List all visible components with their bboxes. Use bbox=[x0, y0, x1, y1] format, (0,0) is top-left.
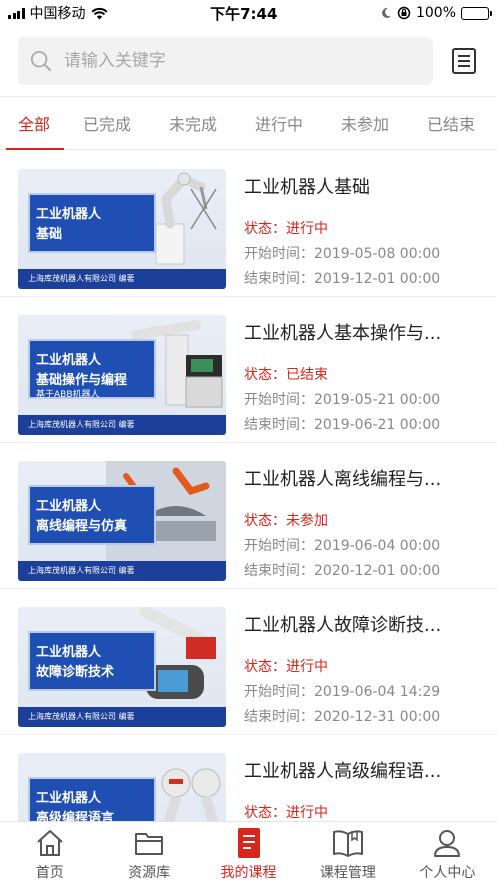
tab-not-joined[interactable]: 未参加 bbox=[322, 97, 408, 149]
nav-resources[interactable]: 资源库 bbox=[99, 822, 198, 883]
course-end-time: 结束时间：2020-12-31 00:00 bbox=[244, 709, 441, 725]
cover-footer: 上海库茂机器人有限公司 编著 bbox=[18, 415, 226, 435]
course-item[interactable]: 工业机器人 基础操作与编程 基于ABB机器人 上海库茂机器人有限公司 编著 工业… bbox=[0, 297, 497, 443]
clock: 下午7:44 bbox=[210, 4, 278, 23]
list-icon bbox=[452, 48, 476, 74]
home-icon bbox=[37, 830, 63, 856]
course-status: 状态：进行中 bbox=[244, 221, 328, 237]
course-book-icon bbox=[237, 828, 260, 858]
cover-footer: 上海库茂机器人有限公司 编著 bbox=[18, 269, 226, 289]
nav-label: 个人中心 bbox=[419, 865, 476, 881]
course-end-time: 结束时间：2019-06-21 00:00 bbox=[244, 417, 441, 433]
list-menu-button[interactable] bbox=[449, 46, 479, 76]
nav-profile[interactable]: 个人中心 bbox=[398, 822, 497, 883]
cover-line-1: 工业机器人 bbox=[36, 207, 102, 222]
battery-percent: 100% bbox=[415, 5, 456, 21]
status-bar: 中国移动 下午7:44 100% bbox=[0, 0, 497, 26]
nav-course-management[interactable]: 课程管理 bbox=[298, 822, 397, 883]
moon-icon bbox=[382, 7, 391, 18]
course-start-time: 开始时间：2019-06-04 00:00 bbox=[244, 538, 441, 554]
course-cover: 工业机器人 基础 上海库茂机器人有限公司 编著 bbox=[18, 169, 226, 289]
course-cover: 工业机器人 基础操作与编程 基于ABB机器人 上海库茂机器人有限公司 编著 bbox=[18, 315, 226, 435]
course-item[interactable]: 工业机器人 基础 上海库茂机器人有限公司 编著 工业机器人基础 状态：进行中 开… bbox=[0, 151, 497, 297]
course-end-time: 结束时间：2019-12-01 00:00 bbox=[244, 271, 441, 287]
folder-icon bbox=[135, 833, 164, 855]
bottom-nav: 首页 资源库 我的课程 课程管理 个人中心 bbox=[0, 821, 497, 883]
cover-line-2: 离线编程与仿真 bbox=[36, 519, 128, 534]
cover-line-2: 故障诊断技术 bbox=[36, 665, 115, 680]
course-start-time: 开始时间：2019-05-21 00:00 bbox=[244, 392, 441, 408]
course-cover: 工业机器人 高级编程语言 bbox=[18, 753, 226, 823]
cover-line-1: 工业机器人 bbox=[36, 353, 102, 368]
battery-icon bbox=[461, 6, 492, 20]
tab-completed[interactable]: 已完成 bbox=[64, 97, 150, 149]
course-end-time: 结束时间：2020-12-01 00:00 bbox=[244, 563, 441, 579]
nav-home[interactable]: 首页 bbox=[0, 822, 99, 883]
course-item[interactable]: 工业机器人 离线编程与仿真 上海库茂机器人有限公司 编著 工业机器人离线编程与.… bbox=[0, 443, 497, 589]
wifi-icon bbox=[91, 7, 107, 19]
cover-footer: 上海库茂机器人有限公司 编著 bbox=[18, 561, 226, 581]
search-header bbox=[0, 26, 497, 96]
cover-line-1: 工业机器人 bbox=[36, 499, 102, 514]
course-status: 状态：进行中 bbox=[244, 659, 328, 675]
course-status: 状态：进行中 bbox=[244, 805, 328, 821]
course-item[interactable]: 工业机器人 高级编程语言 工业机器人高级编程语... 状态：进行中 bbox=[0, 735, 497, 823]
nav-label: 课程管理 bbox=[319, 865, 376, 881]
tab-ended[interactable]: 已结束 bbox=[408, 97, 494, 149]
filter-tabs: 全部 已完成 未完成 进行中 未参加 已结束 bbox=[0, 96, 497, 150]
carrier-name: 中国移动 bbox=[29, 6, 86, 22]
course-cover: 工业机器人 故障诊断技术 上海库茂机器人有限公司 编著 bbox=[18, 607, 226, 727]
course-status: 状态：已结束 bbox=[244, 367, 328, 383]
course-title: 工业机器人基本操作与... bbox=[244, 323, 442, 344]
cover-footer: 上海库茂机器人有限公司 编著 bbox=[18, 707, 226, 727]
course-start-time: 开始时间：2019-06-04 14:29 bbox=[244, 684, 441, 700]
cover-line-1: 工业机器人 bbox=[36, 645, 102, 660]
course-cover: 工业机器人 离线编程与仿真 上海库茂机器人有限公司 编著 bbox=[18, 461, 226, 581]
cover-line-2: 基础 bbox=[36, 227, 63, 242]
tab-all[interactable]: 全部 bbox=[6, 97, 64, 150]
cover-line-3: 基于ABB机器人 bbox=[36, 390, 100, 400]
course-title: 工业机器人离线编程与... bbox=[244, 469, 442, 490]
open-book-icon bbox=[332, 830, 363, 857]
course-title: 工业机器人故障诊断技... bbox=[244, 615, 442, 636]
search-bar[interactable] bbox=[18, 37, 433, 85]
course-start-time: 开始时间：2019-05-08 00:00 bbox=[244, 246, 441, 262]
nav-label: 资源库 bbox=[128, 865, 171, 881]
nav-label: 我的课程 bbox=[220, 865, 277, 881]
search-input[interactable] bbox=[63, 51, 421, 71]
nav-my-courses[interactable]: 我的课程 bbox=[199, 822, 298, 883]
cover-line-2: 基础操作与编程 bbox=[36, 373, 128, 388]
nav-label: 首页 bbox=[35, 865, 64, 881]
course-item[interactable]: 工业机器人 故障诊断技术 上海库茂机器人有限公司 编著 工业机器人故障诊断技..… bbox=[0, 589, 497, 735]
cover-line-1: 工业机器人 bbox=[36, 791, 102, 806]
tab-incomplete[interactable]: 未完成 bbox=[150, 97, 236, 149]
course-status: 状态：未参加 bbox=[244, 513, 328, 529]
tab-in-progress[interactable]: 进行中 bbox=[236, 97, 322, 149]
user-icon bbox=[434, 830, 461, 857]
course-title: 工业机器人高级编程语... bbox=[244, 761, 442, 782]
search-icon bbox=[30, 50, 52, 72]
course-title: 工业机器人基础 bbox=[244, 177, 370, 198]
signal-icon bbox=[8, 7, 25, 19]
course-list: 工业机器人 基础 上海库茂机器人有限公司 编著 工业机器人基础 状态：进行中 开… bbox=[0, 151, 497, 823]
rotation-lock-icon bbox=[397, 6, 411, 20]
